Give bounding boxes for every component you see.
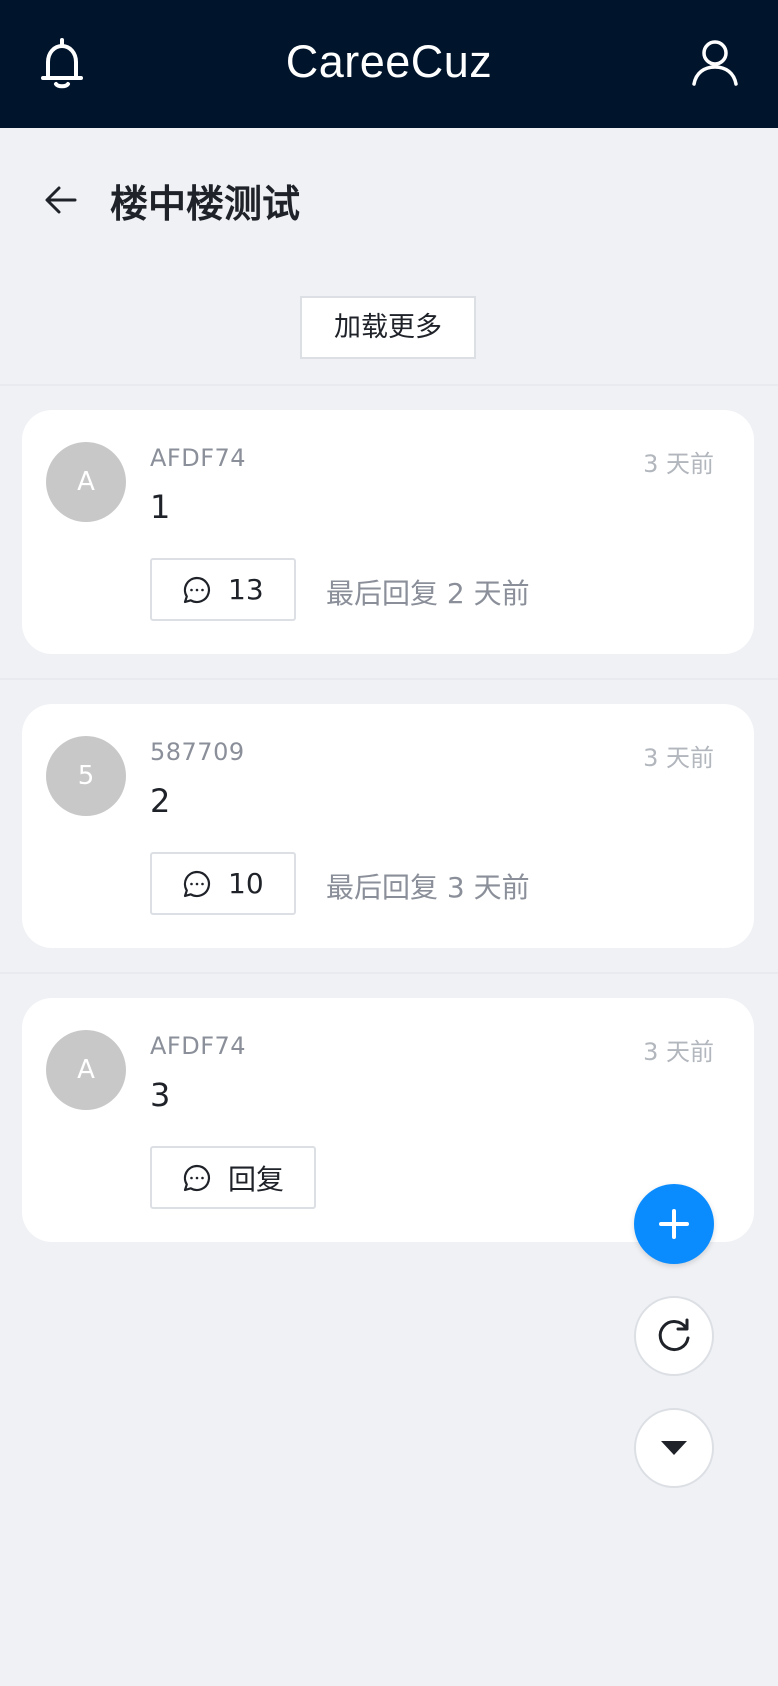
new-post-button[interactable] [634, 1184, 714, 1264]
last-reply-time: 最后回复 2 天前 [326, 577, 530, 610]
divider [0, 678, 778, 680]
reply-count: 10 [228, 867, 264, 900]
post-content: 3 [150, 1076, 171, 1114]
post-content: 2 [150, 782, 171, 820]
post-card: A AFDF74 3 天前 1 13 最后回复 2 天前 [22, 410, 754, 654]
post-time: 3 天前 [643, 1038, 714, 1066]
page-title-row: 楼中楼测试 [0, 168, 778, 232]
post-time: 3 天前 [643, 450, 714, 478]
user-icon[interactable] [690, 38, 740, 88]
last-reply-time: 最后回复 3 天前 [326, 871, 530, 904]
reply-button[interactable]: 回复 [150, 1146, 317, 1209]
avatar[interactable]: 5 [46, 736, 126, 816]
reply-label: 回复 [228, 1162, 285, 1196]
post-author[interactable]: AFDF74 [150, 444, 246, 472]
reply-count: 13 [228, 573, 264, 606]
comment-icon [183, 1164, 211, 1191]
divider [0, 972, 778, 974]
app-brand: CareeCuz [285, 36, 493, 87]
plus-icon [659, 1209, 689, 1239]
avatar[interactable]: A [46, 1030, 126, 1110]
post-content: 1 [150, 488, 171, 526]
comment-icon [183, 870, 211, 897]
refresh-icon [658, 1318, 690, 1352]
app-header: CareeCuz [0, 0, 778, 128]
refresh-button[interactable] [634, 1296, 714, 1376]
comment-icon [183, 576, 211, 603]
post-time: 3 天前 [643, 744, 714, 772]
divider [0, 384, 778, 386]
page-title: 楼中楼测试 [110, 182, 301, 226]
post-author[interactable]: 587709 [150, 738, 245, 766]
post-author[interactable]: AFDF74 [150, 1032, 246, 1060]
post-card: 5 587709 3 天前 2 10 最后回复 3 天前 [22, 704, 754, 948]
avatar[interactable]: A [46, 442, 126, 522]
scroll-down-button[interactable] [634, 1408, 714, 1488]
reply-count-button[interactable]: 13 [150, 558, 296, 621]
arrow-left-icon[interactable] [44, 183, 78, 217]
load-more-button[interactable]: 加载更多 [300, 296, 476, 359]
reply-count-button[interactable]: 10 [150, 852, 296, 915]
caret-down-icon [661, 1441, 687, 1455]
